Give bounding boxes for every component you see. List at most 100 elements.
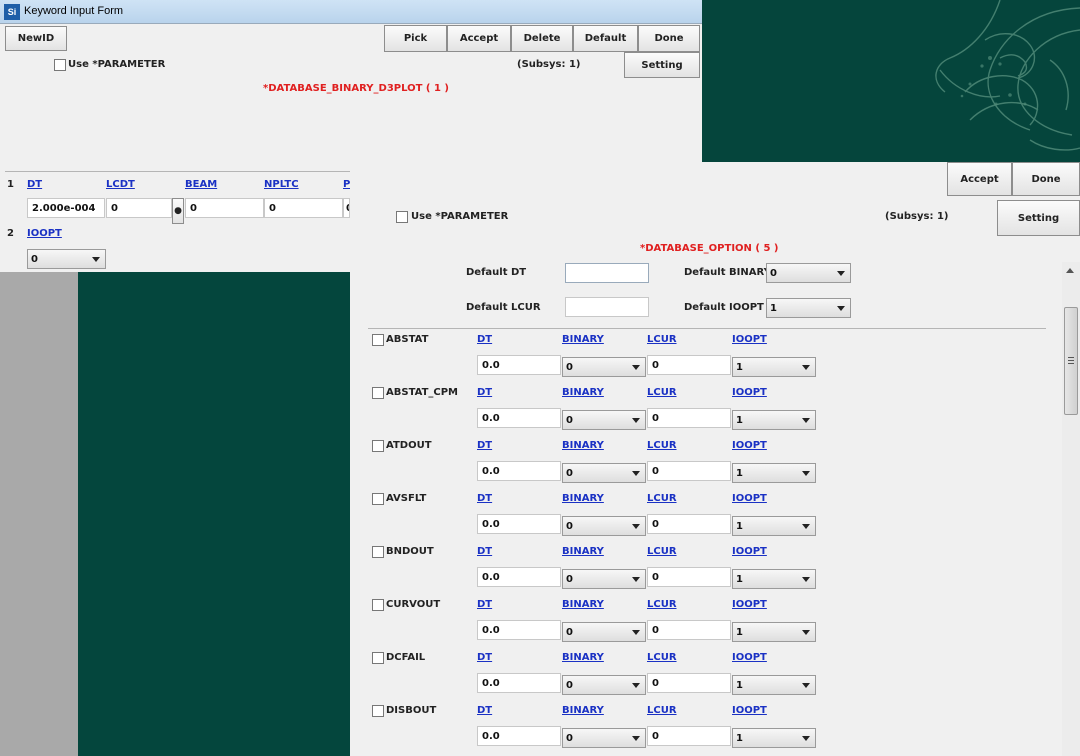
option-dt-input[interactable]: 0.0 (477, 567, 561, 587)
option-dt-input[interactable]: 0.0 (477, 620, 561, 640)
column-label-lcur[interactable]: LCUR (647, 652, 677, 663)
accept-button[interactable]: Accept (947, 162, 1012, 196)
column-label-ioopt[interactable]: IOOPT (732, 546, 767, 557)
option-ioopt-select[interactable]: 1 (732, 728, 816, 748)
pick-button[interactable]: Pick (384, 25, 447, 52)
field-label-beam[interactable]: BEAM (185, 179, 217, 190)
option-checkbox[interactable] (372, 546, 384, 558)
column-label-binary[interactable]: BINARY (562, 493, 604, 504)
option-ioopt-select[interactable]: 1 (732, 357, 816, 377)
option-dt-input[interactable]: 0.0 (477, 408, 561, 428)
default-button[interactable]: Default (573, 25, 638, 52)
done-button[interactable]: Done (1012, 162, 1080, 196)
default-ioopt-select[interactable]: 1 (766, 298, 851, 318)
curve-picker-button[interactable]: ● (172, 198, 184, 224)
column-label-binary[interactable]: BINARY (562, 652, 604, 663)
column-label-binary[interactable]: BINARY (562, 387, 604, 398)
column-label-lcur[interactable]: LCUR (647, 599, 677, 610)
column-label-dt[interactable]: DT (477, 546, 492, 557)
scroll-up-arrow-icon[interactable] (1066, 268, 1074, 273)
option-binary-select[interactable]: 0 (562, 569, 646, 589)
column-label-lcur[interactable]: LCUR (647, 493, 677, 504)
column-label-dt[interactable]: DT (477, 705, 492, 716)
column-label-binary[interactable]: BINARY (562, 705, 604, 716)
option-dt-input[interactable]: 0.0 (477, 355, 561, 375)
column-label-ioopt[interactable]: IOOPT (732, 334, 767, 345)
column-label-binary[interactable]: BINARY (562, 599, 604, 610)
default-binary-select[interactable]: 0 (766, 263, 851, 283)
column-label-ioopt[interactable]: IOOPT (732, 493, 767, 504)
column-label-ioopt[interactable]: IOOPT (732, 652, 767, 663)
field-label-ioopt[interactable]: IOOPT (27, 228, 62, 239)
column-label-dt[interactable]: DT (477, 440, 492, 451)
default-lcur-input[interactable] (565, 297, 649, 317)
option-lcur-input[interactable]: 0 (647, 673, 731, 693)
option-lcur-input[interactable]: 0 (647, 408, 731, 428)
option-lcur-input[interactable]: 0 (647, 514, 731, 534)
option-binary-select[interactable]: 0 (562, 728, 646, 748)
use-parameter-checkbox[interactable] (54, 59, 66, 71)
p-input[interactable]: 0 (343, 198, 350, 218)
option-binary-select[interactable]: 0 (562, 675, 646, 695)
default-dt-input[interactable] (565, 263, 649, 283)
option-dt-input[interactable]: 0.0 (477, 461, 561, 481)
option-checkbox[interactable] (372, 652, 384, 664)
option-lcur-input[interactable]: 0 (647, 567, 731, 587)
column-label-binary[interactable]: BINARY (562, 546, 604, 557)
field-label-lcdt[interactable]: LCDT (106, 179, 135, 190)
option-checkbox[interactable] (372, 387, 384, 399)
column-label-lcur[interactable]: LCUR (647, 334, 677, 345)
beam-input[interactable]: 0 (185, 198, 264, 218)
column-label-ioopt[interactable]: IOOPT (732, 599, 767, 610)
option-dt-input[interactable]: 0.0 (477, 673, 561, 693)
column-label-lcur[interactable]: LCUR (647, 387, 677, 398)
column-label-lcur[interactable]: LCUR (647, 440, 677, 451)
option-ioopt-select[interactable]: 1 (732, 410, 816, 430)
option-checkbox[interactable] (372, 599, 384, 611)
field-label-npltc[interactable]: NPLTC (264, 179, 299, 190)
option-ioopt-select[interactable]: 1 (732, 569, 816, 589)
setting-button[interactable]: Setting (997, 200, 1080, 236)
option-checkbox[interactable] (372, 705, 384, 717)
column-label-dt[interactable]: DT (477, 652, 492, 663)
column-label-binary[interactable]: BINARY (562, 334, 604, 345)
option-ioopt-select[interactable]: 1 (732, 463, 816, 483)
column-label-dt[interactable]: DT (477, 387, 492, 398)
option-checkbox[interactable] (372, 440, 384, 452)
lcdt-input[interactable]: 0 (106, 198, 172, 218)
option-ioopt-select[interactable]: 1 (732, 622, 816, 642)
delete-button[interactable]: Delete (511, 25, 573, 52)
column-label-dt[interactable]: DT (477, 599, 492, 610)
accept-button[interactable]: Accept (447, 25, 511, 52)
column-label-ioopt[interactable]: IOOPT (732, 705, 767, 716)
column-label-lcur[interactable]: LCUR (647, 546, 677, 557)
done-button[interactable]: Done (638, 25, 700, 52)
option-ioopt-select[interactable]: 1 (732, 516, 816, 536)
option-checkbox[interactable] (372, 334, 384, 346)
column-label-binary[interactable]: BINARY (562, 440, 604, 451)
column-label-dt[interactable]: DT (477, 334, 492, 345)
option-binary-select[interactable]: 0 (562, 463, 646, 483)
option-lcur-input[interactable]: 0 (647, 726, 731, 746)
ioopt-select[interactable]: 0 (27, 249, 106, 269)
field-label-dt[interactable]: DT (27, 179, 42, 190)
option-lcur-input[interactable]: 0 (647, 620, 731, 640)
option-ioopt-select[interactable]: 1 (732, 675, 816, 695)
option-checkbox[interactable] (372, 493, 384, 505)
option-dt-input[interactable]: 0.0 (477, 726, 561, 746)
column-label-lcur[interactable]: LCUR (647, 705, 677, 716)
column-label-dt[interactable]: DT (477, 493, 492, 504)
option-binary-select[interactable]: 0 (562, 410, 646, 430)
column-label-ioopt[interactable]: IOOPT (732, 387, 767, 398)
option-lcur-input[interactable]: 0 (647, 355, 731, 375)
setting-button[interactable]: Setting (624, 52, 700, 78)
option-dt-input[interactable]: 0.0 (477, 514, 561, 534)
dt-input[interactable]: 2.000e-004 (27, 198, 105, 218)
option-binary-select[interactable]: 0 (562, 357, 646, 377)
npltc-input[interactable]: 0 (264, 198, 343, 218)
column-label-ioopt[interactable]: IOOPT (732, 440, 767, 451)
option-binary-select[interactable]: 0 (562, 516, 646, 536)
newid-button[interactable]: NewID (5, 26, 67, 51)
use-parameter-checkbox[interactable] (396, 211, 408, 223)
option-lcur-input[interactable]: 0 (647, 461, 731, 481)
